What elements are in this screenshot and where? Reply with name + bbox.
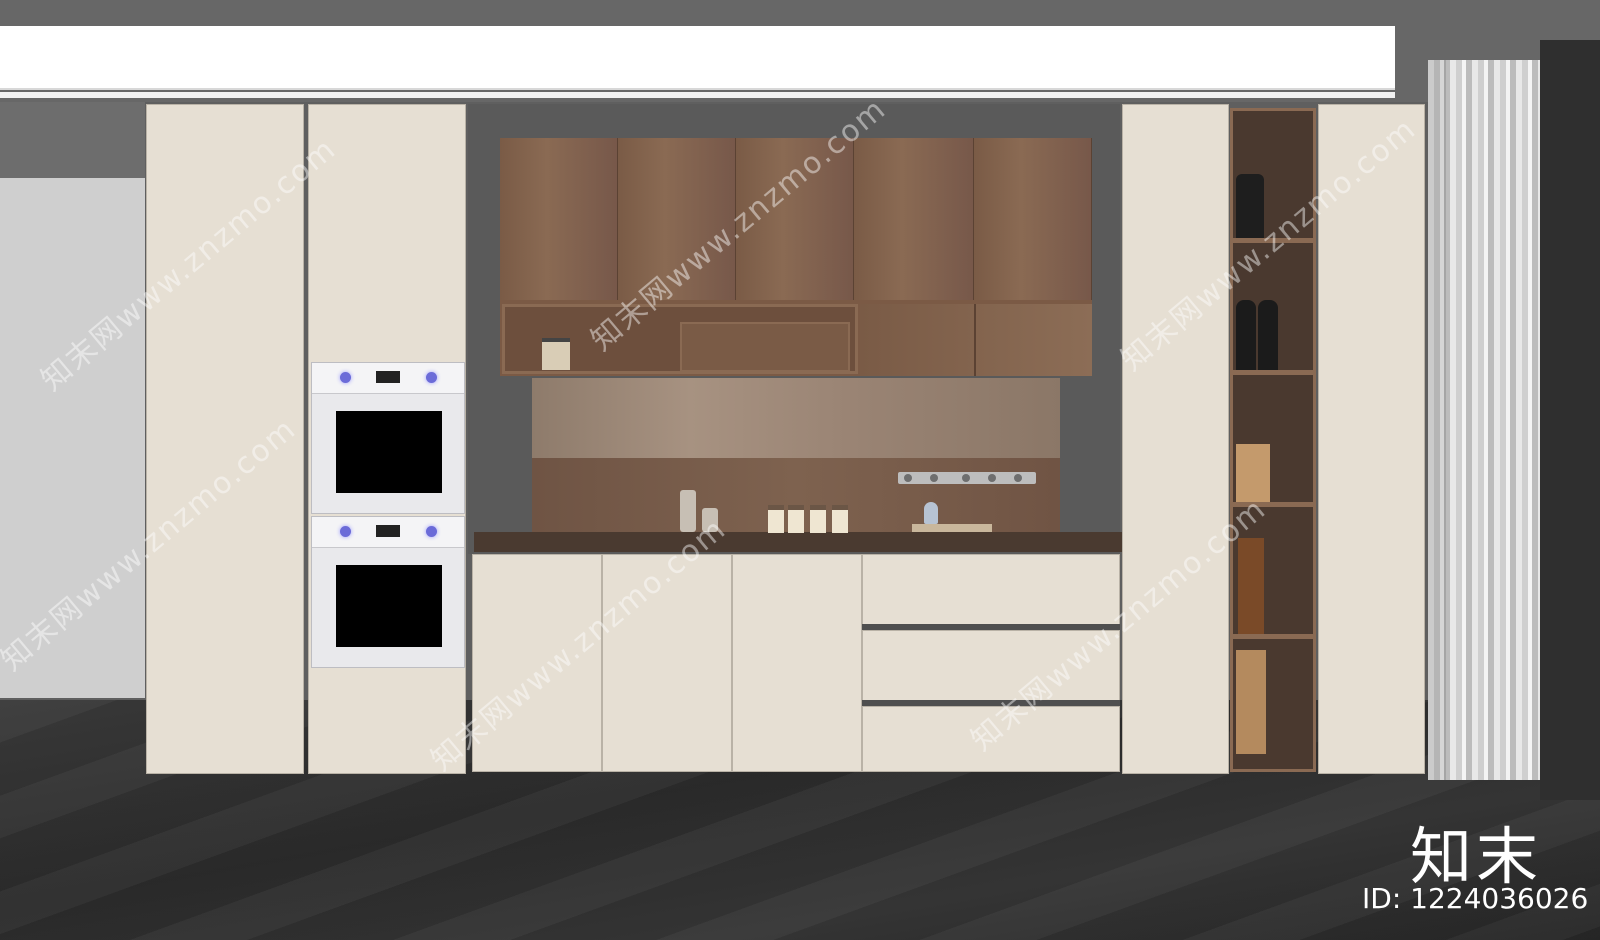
oven-knob-icon: [426, 526, 437, 537]
oven-display: [376, 371, 400, 383]
shelf-board: [1233, 370, 1313, 375]
glass-dome-icon: [924, 502, 938, 524]
jar-icon: [768, 505, 784, 533]
bottle-icon: [1236, 300, 1256, 370]
outlet-icon: [962, 474, 970, 482]
shelf-niche: [680, 322, 850, 372]
left-wall-upper: [0, 102, 145, 178]
oven-control-panel: [312, 517, 464, 548]
oven-control-panel: [312, 363, 464, 394]
upper-oven-icon: [311, 362, 465, 514]
oven-window: [336, 411, 442, 493]
box-icon: [1238, 538, 1264, 634]
marble-backsplash: [532, 378, 1060, 458]
oven-window: [336, 565, 442, 647]
outlet-icon: [930, 474, 938, 482]
ceiling-trim: [0, 92, 1395, 98]
bottle-icon: [1258, 300, 1278, 370]
jar-icon: [542, 338, 570, 370]
jar-icon: [810, 505, 826, 533]
countertop: [474, 532, 1122, 552]
door-seam: [974, 304, 976, 376]
outlet-icon: [1014, 474, 1022, 482]
upper-cabinet-door: [974, 138, 1092, 300]
jar-icon: [788, 505, 804, 533]
oven-display: [376, 525, 400, 537]
upper-cabinet-door: [500, 138, 618, 300]
lower-oven-icon: [311, 516, 465, 668]
base-cabinet-door: [732, 554, 862, 772]
right-wall: [1540, 40, 1600, 800]
jar-icon: [832, 505, 848, 533]
oven-knob-icon: [340, 526, 351, 537]
image-id-label: ID: 1224036026: [1362, 882, 1589, 915]
oven-knob-icon: [340, 372, 351, 383]
tall-cabinet-right: [1122, 104, 1229, 774]
ceiling-soffit: [0, 26, 1395, 90]
outlet-icon: [988, 474, 996, 482]
outlet-icon: [904, 474, 912, 482]
coffee-bag-icon: [1236, 650, 1266, 754]
upper-cabinet-lower-doors: [860, 304, 1092, 376]
upper-cabinet-door: [854, 138, 974, 300]
shelf-board: [1233, 634, 1313, 639]
oven-knob-icon: [426, 372, 437, 383]
tray: [912, 524, 992, 532]
curtain-shadow: [1428, 60, 1446, 780]
drawer: [862, 554, 1120, 626]
